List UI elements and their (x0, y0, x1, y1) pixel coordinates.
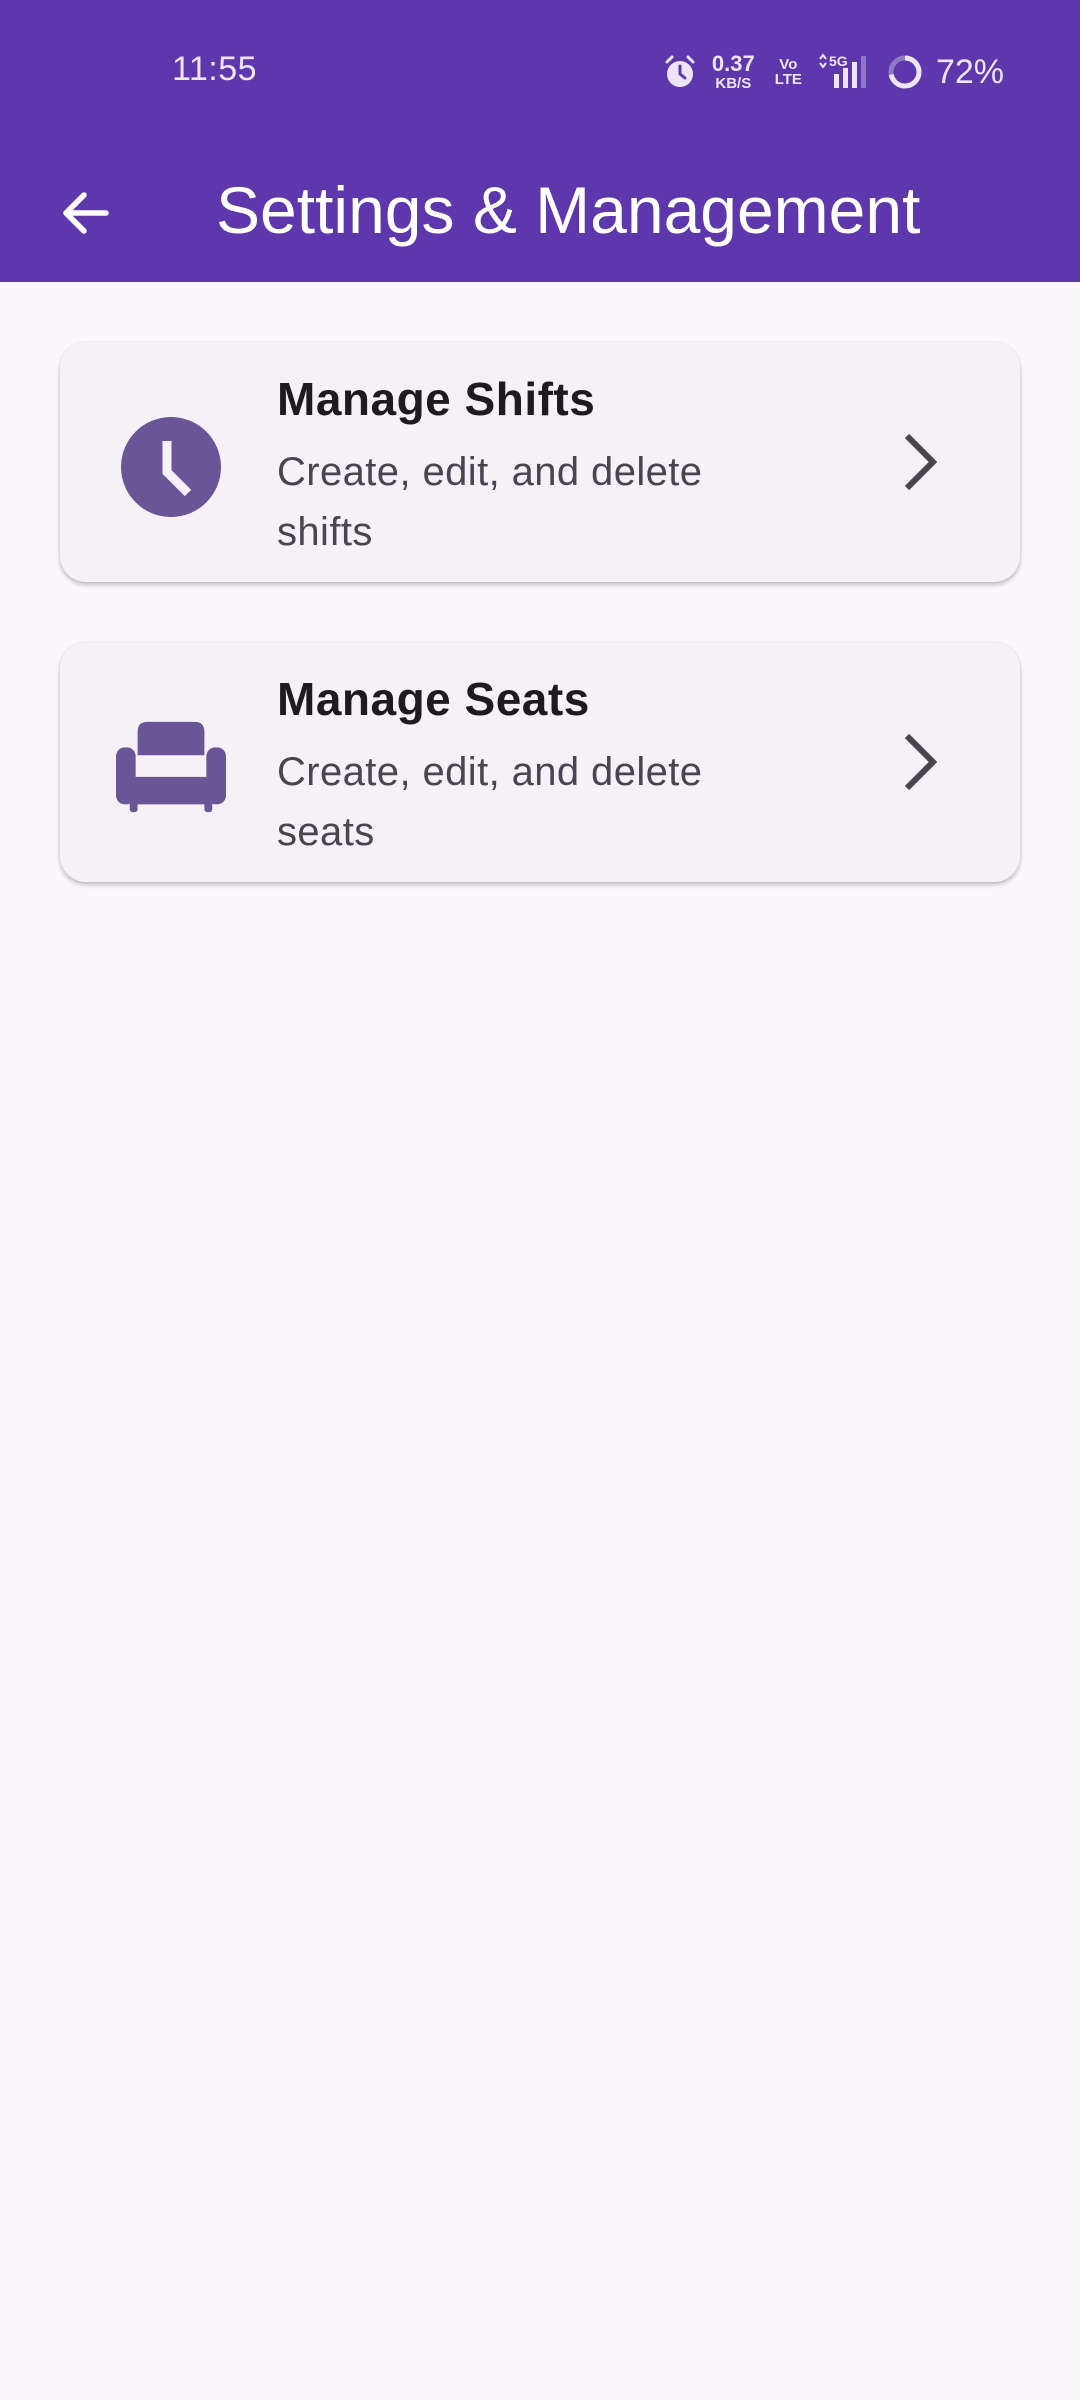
chevron-right-icon (890, 430, 950, 494)
app-bar: 11:55 0.37 KB/S Vo LTE 5G 72% Settings &… (0, 0, 1080, 282)
card-title: Manage Shifts (277, 373, 596, 425)
back-button[interactable] (40, 170, 130, 260)
battery-ring-icon (886, 53, 924, 91)
clock-icon (116, 412, 226, 522)
network-type: 5G (829, 53, 848, 69)
card-subtitle: Create, edit, and delete shifts (277, 450, 703, 554)
volte-indicator: Vo LTE (775, 57, 802, 87)
volte-top: Vo (779, 56, 798, 73)
toolbar: Settings & Management (0, 146, 1080, 282)
net-speed-value: 0.37 (711, 51, 755, 76)
net-speed-unit: KB/S (715, 75, 752, 92)
card-title: Manage Seats (277, 673, 590, 725)
manage-seats-card[interactable]: Manage Seats Create, edit, and delete se… (60, 642, 1020, 882)
manage-shifts-card[interactable]: Manage Shifts Create, edit, and delete s… (60, 342, 1020, 582)
arrow-back-icon (58, 186, 112, 245)
status-bar: 11:55 0.37 KB/S Vo LTE 5G 72% (0, 0, 1080, 146)
card-subtitle: Create, edit, and delete seats (277, 750, 703, 854)
signal-icon: 5G (818, 52, 876, 92)
page-title: Settings & Management (216, 173, 921, 247)
battery-percent: 72% (935, 52, 1004, 91)
status-time: 11:55 (172, 50, 258, 88)
status-icons: 0.37 KB/S Vo LTE 5G 72% (662, 48, 1004, 96)
armchair-icon (116, 712, 226, 822)
chevron-right-icon (890, 730, 950, 794)
net-speed: 0.37 KB/S (711, 51, 755, 92)
volte-bottom: LTE (774, 71, 802, 88)
alarm-icon (662, 54, 698, 90)
